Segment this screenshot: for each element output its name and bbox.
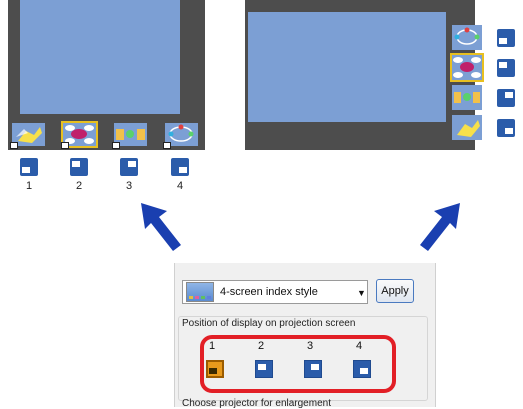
position-number: 3: [125, 180, 133, 192]
left-index-thumb-4: [163, 123, 198, 149]
position-number: 4: [176, 180, 184, 192]
position-group-label: Position of display on projection screen: [182, 318, 356, 329]
position-icon-bottom-right: [171, 158, 189, 176]
thumb-cycle-icon: [454, 27, 480, 45]
right-index-thumb-2: [450, 53, 484, 82]
position-icon-top-right: [497, 89, 515, 107]
position-option-number: 4: [355, 340, 363, 352]
left-index-thumb-2: [61, 121, 98, 149]
position-option-bottom-left-button[interactable]: [206, 360, 224, 378]
thumb-diagram-icon: [453, 57, 481, 78]
right-index-thumb-3: [452, 85, 482, 110]
mini-position-icon: [10, 142, 18, 149]
left-index-thumb-3: [112, 123, 147, 149]
right-index-thumb-4: [452, 115, 482, 140]
position-icon-bottom-right: [497, 119, 515, 137]
position-option-number: 2: [257, 340, 265, 352]
projector-group-label: Choose projector for enlargement: [182, 398, 331, 409]
position-number: 2: [75, 180, 83, 192]
position-option-bottom-right-button[interactable]: [353, 360, 371, 378]
thumb-image-icon: [457, 120, 480, 137]
position-icon-top-left: [497, 59, 515, 77]
style-select-value: 4-screen index style: [220, 286, 318, 298]
position-icon-bottom-left: [20, 158, 38, 176]
position-option-top-left-button[interactable]: [255, 360, 273, 378]
chevron-down-icon[interactable]: ▼: [357, 288, 366, 298]
right-enlarged-image: [248, 12, 446, 122]
position-option-number: 1: [208, 340, 216, 352]
left-index-thumb-1: [10, 123, 45, 149]
apply-button[interactable]: Apply: [376, 279, 414, 303]
mini-position-icon: [163, 142, 171, 149]
mini-position-icon: [61, 142, 69, 149]
position-icon-top-left: [70, 158, 88, 176]
thumb-flow-icon: [454, 92, 480, 103]
left-enlarged-image: [20, 0, 180, 114]
arrow-up-left-icon: [141, 203, 181, 251]
right-index-thumb-1: [452, 25, 482, 50]
position-option-top-right-button[interactable]: [304, 360, 322, 378]
mini-position-icon: [112, 142, 120, 149]
position-number: 1: [25, 180, 33, 192]
position-icon-bottom-left: [497, 29, 515, 47]
position-icon-top-right: [120, 158, 138, 176]
arrow-up-right-icon: [420, 203, 460, 251]
style-preview-icon: [186, 282, 214, 302]
position-option-number: 3: [306, 340, 314, 352]
